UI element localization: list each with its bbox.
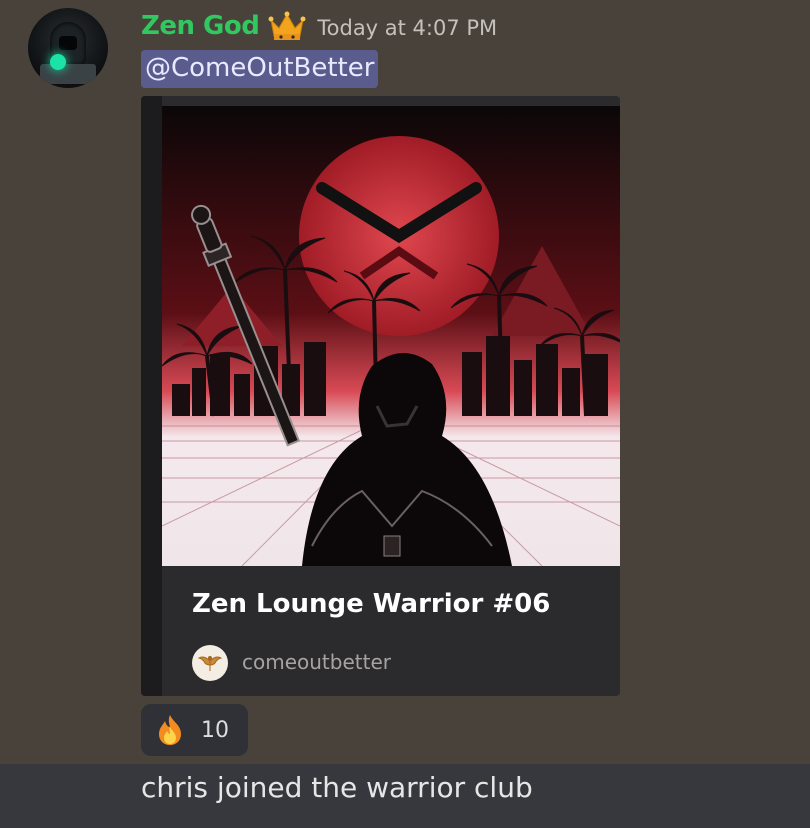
- timestamp[interactable]: Today at 4:07 PM: [317, 16, 497, 40]
- embed-accent-bar: [141, 96, 162, 696]
- message-header: Zen God Today at 4:07 PM: [141, 6, 497, 46]
- reaction-fire[interactable]: 10: [141, 704, 248, 756]
- next-message-text: chris joined the warrior club: [141, 771, 533, 804]
- embed-title[interactable]: Zen Lounge Warrior #06: [192, 589, 550, 619]
- crown-icon: [267, 10, 307, 42]
- user-mention[interactable]: @ComeOutBetter: [141, 50, 379, 88]
- reaction-count: 10: [201, 717, 229, 743]
- avatar-orb: [50, 54, 66, 70]
- embed-image[interactable]: [162, 106, 620, 566]
- phoenix-logo-icon: [192, 645, 228, 681]
- fire-icon: [153, 713, 187, 747]
- user-avatar[interactable]: [28, 8, 108, 88]
- avatar-laptop: [40, 64, 96, 84]
- embed-provider-name[interactable]: comeoutbetter: [242, 650, 391, 674]
- avatar-face: [59, 36, 77, 50]
- username[interactable]: Zen God: [141, 11, 260, 41]
